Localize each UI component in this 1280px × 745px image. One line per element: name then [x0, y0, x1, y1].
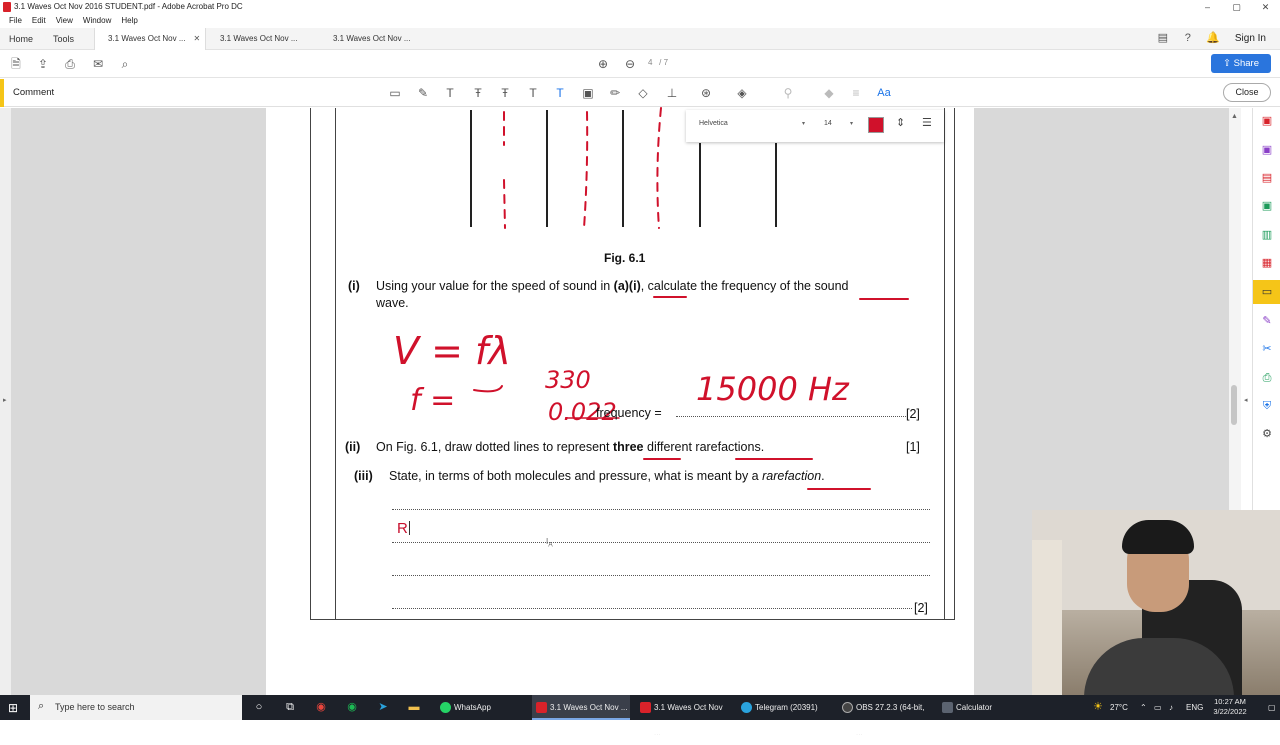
question-i-text-cont: wave.	[376, 296, 409, 310]
question-iii-text: State, in terms of both molecules and pr…	[389, 469, 825, 483]
taskbar-app-telegram[interactable]: Telegram (20391)	[737, 695, 829, 720]
question-i-part-a: Using your value for the speed of sound …	[376, 279, 614, 293]
chevron-down-icon[interactable]: ▾	[850, 120, 853, 127]
taskbar-app-label: 3.1 Waves Oct Nov ...	[550, 703, 628, 712]
obs-icon	[842, 702, 853, 713]
taskbar-app-calculator[interactable]: Calculator	[938, 695, 1030, 720]
ink-answer: 15000 Hz	[696, 370, 850, 408]
question-iii-marks: [2]	[914, 601, 928, 615]
answer-line	[392, 575, 930, 576]
typed-text-value: R	[397, 520, 408, 537]
search-placeholder: Type here to search	[55, 702, 135, 712]
spotify-icon[interactable]: ◉	[345, 700, 359, 714]
question-ii-text: On Fig. 6.1, draw dotted lines to repres…	[376, 440, 764, 454]
file-explorer-icon[interactable]: ▬	[407, 700, 421, 714]
text-insert-cursor-icon: IA	[546, 537, 553, 549]
taskbar-app-label: 3.1 Waves Oct Nov ...	[654, 703, 723, 737]
frequency-answer-line	[676, 416, 906, 417]
question-i-part-b: , calculate the frequency of the sound	[640, 279, 849, 293]
ink-numerator: 330	[545, 366, 591, 394]
question-i-number: (i)	[348, 279, 360, 293]
weather-icon[interactable]: ☀	[1093, 695, 1103, 720]
answer-line	[392, 608, 912, 609]
paragraph-spacing-icon[interactable]: ☰	[922, 116, 932, 129]
typed-text-comment[interactable]: R	[397, 520, 410, 537]
text-cursor	[408, 521, 410, 535]
chrome-icon[interactable]: ◉	[314, 700, 328, 714]
question-iii-part-a: State, in terms of both molecules and pr…	[389, 469, 763, 483]
question-i-ref: (a)(i)	[613, 279, 641, 293]
font-size-select[interactable]: 14	[824, 120, 832, 127]
question-iii-italic: rarefaction	[762, 469, 822, 483]
question-ii-bold: three	[612, 440, 644, 454]
taskbar-app-label: OBS 27.2.3 (64-bit, ...	[856, 703, 925, 737]
acrobat-icon	[640, 702, 651, 713]
volume-icon[interactable]: ♪	[1169, 695, 1173, 720]
cortana-icon[interactable]: ○	[252, 700, 266, 714]
question-ii-number: (ii)	[345, 440, 361, 454]
ink-f-equals: f =	[410, 383, 455, 418]
answer-line	[392, 509, 930, 510]
calculator-icon	[942, 702, 953, 713]
search-icon: ⌕	[38, 700, 45, 712]
question-i-marks: [2]	[906, 407, 920, 421]
question-ii-marks: [1]	[906, 440, 920, 454]
taskbar-app-whatsapp[interactable]: WhatsApp	[436, 695, 526, 720]
whatsapp-icon	[440, 702, 451, 713]
telegram-icon[interactable]: ➤	[376, 700, 390, 714]
clock-time: 10:27 AM	[1214, 697, 1246, 706]
webcam-door	[1032, 540, 1062, 696]
taskbar-app-acrobat-2[interactable]: 3.1 Waves Oct Nov ...	[636, 695, 728, 737]
webcam-person-hair	[1122, 520, 1194, 554]
font-family-select[interactable]: Helvetica	[699, 120, 728, 127]
notifications-icon[interactable]: ▢	[1268, 695, 1276, 720]
tray-chevron-icon[interactable]: ⌃	[1140, 695, 1147, 720]
taskbar-app-obs[interactable]: OBS 27.2.3 (64-bit, ...	[838, 695, 930, 737]
taskbar-clock[interactable]: 10:27 AM 3/22/2022	[1195, 697, 1265, 717]
line-spacing-icon[interactable]: ⇕	[896, 116, 905, 129]
chevron-down-icon[interactable]: ▾	[802, 120, 805, 127]
question-ii-part-a: On Fig. 6.1, draw dotted lines to repres…	[376, 440, 613, 454]
network-icon[interactable]: ▭	[1154, 695, 1162, 720]
question-i-text: Using your value for the speed of sound …	[376, 279, 849, 293]
ink-equation-1: V = fλ	[393, 329, 511, 373]
telegram-icon	[741, 702, 752, 713]
answer-line	[392, 542, 930, 543]
taskbar-app-acrobat-active[interactable]: 3.1 Waves Oct Nov ...	[532, 695, 630, 720]
windows-taskbar: ⊞ ⌕ Type here to search ○ ⧉ ◉ ◉ ➤ ▬ What…	[0, 695, 1280, 737]
question-iii-part-b: .	[821, 469, 825, 483]
taskbar-app-label: Calculator	[956, 703, 993, 712]
task-view-icon[interactable]: ⧉	[283, 700, 297, 714]
figure-caption: Fig. 6.1	[604, 251, 646, 265]
webcam-overlay	[1032, 510, 1280, 696]
question-ii-part-b: different rarefactions.	[643, 440, 765, 454]
acrobat-icon	[536, 702, 547, 713]
text-properties-popup: Helvetica ▾ 14 ▾ ⇕ ☰	[686, 110, 944, 142]
taskbar-app-label: Telegram (20391)	[755, 703, 818, 712]
frequency-label: frequency =	[596, 406, 662, 420]
windows-start-icon[interactable]: ⊞	[8, 701, 18, 715]
taskbar-search[interactable]: ⌕ Type here to search	[30, 695, 242, 720]
taskbar-app-label: WhatsApp	[454, 703, 491, 712]
question-iii-number: (iii)	[354, 469, 373, 483]
clock-date: 3/22/2022	[1213, 707, 1247, 716]
weather-temp[interactable]: 27°C	[1110, 695, 1128, 720]
text-color-swatch[interactable]	[868, 117, 884, 133]
